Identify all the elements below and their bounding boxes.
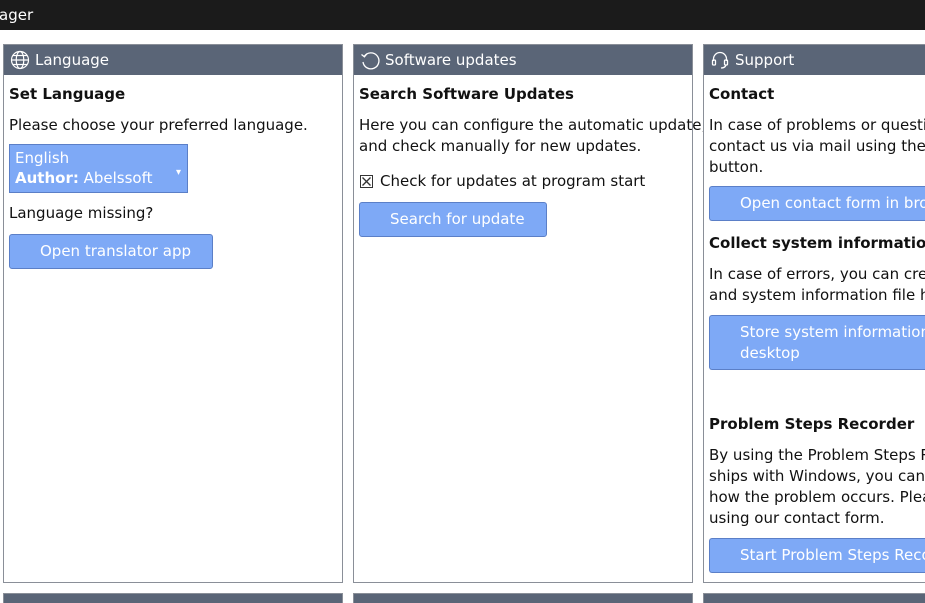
contact-line2: contact us via mail using the co: [709, 137, 925, 155]
collect-info-description: In case of errors, you can creat and sys…: [709, 264, 925, 306]
contact-heading: Contact: [709, 85, 775, 103]
language-panel-header: Language: [4, 45, 342, 75]
language-prompt: Please choose your preferred language.: [9, 116, 308, 134]
support-panel-title: Support: [735, 51, 795, 69]
auto-update-checkbox[interactable]: [360, 174, 373, 188]
psr-line4: using our contact form.: [709, 509, 885, 527]
updates-desc-line2: and check manually for new updates.: [359, 137, 642, 155]
collect-line1: In case of errors, you can creat: [709, 265, 925, 283]
open-translator-button[interactable]: Open translator app: [9, 234, 213, 269]
language-author: Author: Abelssoft: [15, 168, 182, 188]
updates-panel-title: Software updates: [385, 51, 517, 69]
language-missing-label: Language missing?: [9, 204, 154, 222]
support-panel: Support Contact In case of problems or q…: [703, 44, 925, 583]
bottom-panel-left-header: [3, 593, 343, 603]
updates-panel: Software updates Search Software Updates…: [353, 44, 707, 583]
headset-icon: [711, 51, 729, 69]
psr-line2: ships with Windows, you can sh: [709, 467, 925, 485]
bottom-panel-right-header: [703, 593, 925, 603]
open-contact-form-button[interactable]: Open contact form in brow: [709, 186, 925, 221]
chevron-down-icon: ▾: [175, 167, 181, 178]
support-panel-header: Support: [704, 45, 925, 75]
auto-update-checkbox-label: Check for updates at program start: [380, 172, 646, 190]
window-title: ager: [0, 6, 34, 24]
store-system-info-button[interactable]: Store system information o desktop: [709, 315, 925, 370]
author-label: Author:: [15, 169, 79, 187]
window-titlebar: ager: [0, 0, 925, 30]
updates-desc-line1: Here you can configure the automatic upd…: [359, 116, 707, 134]
globe-icon: [10, 50, 30, 70]
language-panel-title: Language: [35, 51, 110, 69]
psr-line1: By using the Problem Steps Rec: [709, 446, 925, 464]
updates-description: Here you can configure the automatic upd…: [359, 115, 707, 157]
search-for-update-button[interactable]: Search for update: [359, 202, 547, 237]
language-selected: English: [15, 149, 70, 167]
author-value: Abelssoft: [83, 169, 153, 187]
store-button-line2: desktop: [740, 344, 800, 362]
psr-line3: how the problem occurs. Pleas: [709, 488, 925, 506]
store-button-line1: Store system information o: [740, 323, 925, 341]
collect-info-heading: Collect system information: [709, 234, 925, 252]
contact-line1: In case of problems or questio: [709, 116, 925, 134]
contact-description: In case of problems or questio contact u…: [709, 115, 925, 178]
set-language-heading: Set Language: [9, 85, 126, 103]
search-updates-heading: Search Software Updates: [359, 85, 574, 103]
psr-description: By using the Problem Steps Rec ships wit…: [709, 445, 925, 529]
language-panel: Language Set Language Please choose your…: [3, 44, 343, 583]
auto-update-checkbox-row[interactable]: Check for updates at program start: [359, 171, 687, 191]
bottom-panel-middle-header: [353, 593, 693, 603]
refresh-icon: [361, 52, 380, 70]
language-dropdown[interactable]: English Author: Abelssoft ▾: [9, 144, 188, 193]
psr-heading: Problem Steps Recorder: [709, 415, 915, 433]
updates-panel-header: Software updates: [354, 45, 692, 75]
contact-line3: button.: [709, 158, 764, 176]
start-psr-button[interactable]: Start Problem Steps Recor: [709, 538, 925, 573]
collect-line2: and system information file her: [709, 286, 925, 304]
